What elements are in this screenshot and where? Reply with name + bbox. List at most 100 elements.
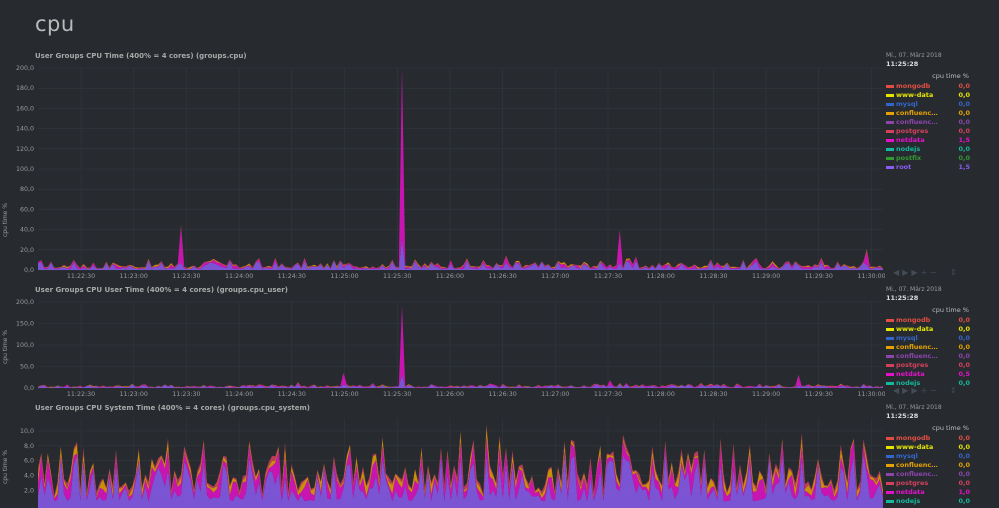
legend-series-value: 1,5 [958,163,970,171]
legend-series-name: confluenc... [896,352,938,360]
chart-plot[interactable]: 10,0 8,0 6,0 4,0 2,0 [0,404,885,508]
legend-item-mongodb[interactable]: mongodb 0,0 [886,316,970,325]
legend-swatch [886,382,894,385]
legend-swatch [886,437,894,440]
legend-item-nodejs[interactable]: nodejs 0,0 [886,497,970,506]
left-arrow-icon[interactable]: ◀ [893,268,902,277]
right-arrow-icon[interactable]: ▶ [902,386,911,395]
x-tick-label: 11:25:00 [330,391,358,398]
legend-item-confluenc[interactable]: confluenc... 0,0 [886,461,970,470]
resize-icon[interactable]: ⇕ [950,268,960,277]
legend-item-confluenc[interactable]: confluenc... 0,0 [886,118,970,127]
x-tick-label: 11:30:00 [857,273,885,280]
legend-time: 11:25:28 [886,412,919,420]
page-title: cpu [35,12,75,36]
legend-series-name: nodejs [896,497,921,505]
x-tick-label: 11:28:30 [699,391,727,398]
legend-series-name: postgres [896,479,929,487]
legend-series-name: postfix [896,154,922,162]
legend-series-name: www-data [896,91,934,99]
legend-series-value: 0,0 [958,316,970,324]
legend-item-postgres[interactable]: postgres 0,0 [886,361,970,370]
legend-series-value: 0,0 [958,361,970,369]
legend-series-value: 0,0 [958,127,970,135]
legend-series-value: 0,0 [958,452,970,460]
x-tick-label: 11:27:00 [541,391,569,398]
legend-item-postgres[interactable]: postgres 0,0 [886,127,970,136]
x-tick-label: 11:23:30 [172,273,200,280]
chart-plot[interactable]: 200,0 150,0 100,0 50,0 0,0 11:22:30 11:23:00 11… [0,286,885,402]
grid [38,301,883,389]
legend-swatch [886,337,894,340]
legend-item-mysql[interactable]: mysql 0,0 [886,100,970,109]
legend-swatch [886,473,894,476]
legend-swatch [886,85,894,88]
y-tick-label: 6,0 [24,458,34,465]
legend-item-nodejs[interactable]: nodejs 0,0 [886,145,970,154]
y-tick-label: 100,0 [16,166,34,173]
y-tick-label: 120,0 [16,146,34,153]
series-area [38,68,883,269]
x-tick-label: 11:27:00 [541,273,569,280]
series-area [38,238,883,270]
chart-cpu-user[interactable]: User Groups CPU User Time (400% = 4 core… [0,286,999,402]
chart-cpu-system[interactable]: User Groups CPU System Time (400% = 4 co… [0,404,999,508]
legend-series-name: mysql [896,452,918,460]
right-arrow-icon[interactable]: ▶ [902,268,911,277]
legend-item-mongodb[interactable]: mongodb 0,0 [886,82,970,91]
legend-item-netdata[interactable]: netdata 0,5 [886,370,970,379]
x-tick-label: 11:26:00 [436,273,464,280]
grid [38,67,883,271]
x-tick-label: 11:29:00 [752,391,780,398]
legend-swatch [886,355,894,358]
chart-cpu[interactable]: User Groups CPU Time (400% = 4 cores) (g… [0,52,999,284]
series-area [38,306,883,388]
x-tick-label: 11:29:00 [752,273,780,280]
legend-item-confluenc[interactable]: confluenc... 0,0 [886,352,970,361]
legend-item-mysql[interactable]: mysql 0,0 [886,334,970,343]
zoom-in-icon[interactable]: + [920,268,930,277]
legend-series-name: confluenc... [896,461,938,469]
zoom-in-icon[interactable]: + [920,386,930,395]
left-arrow-icon[interactable]: ◀ [893,386,902,395]
legend-item-wwwdata[interactable]: www-data 0,0 [886,325,970,334]
legend-series-name: netdata [896,488,925,496]
y-tick-label: 180,0 [16,85,34,92]
legend-item-confluenc[interactable]: confluenc... 0,0 [886,109,970,118]
chart-plot[interactable]: 200,0 180,0 160,0 140,0 120,0 100,0 80,0 60,0 40… [0,52,885,284]
resize-icon[interactable]: ⇕ [950,386,960,395]
x-tick-label: 11:22:30 [67,391,95,398]
y-tick-label: 160,0 [16,105,34,112]
legend-item-root[interactable]: root 1,5 [886,163,970,172]
zoom-out-icon[interactable]: − [930,386,940,395]
legend-item-confluenc[interactable]: confluenc... 0,0 [886,343,970,352]
legend-series-name: www-data [896,325,934,333]
series-area [38,306,883,388]
legend-item-wwwdata[interactable]: www-data 0,0 [886,91,970,100]
legend-item-wwwdata[interactable]: www-data 0,0 [886,443,970,452]
legend-swatch [886,139,894,142]
legend-item-netdata[interactable]: netdata 1,0 [886,488,970,497]
legend-item-confluenc[interactable]: confluenc... 0,0 [886,470,970,479]
series-area [38,375,883,388]
legend-swatch [886,166,894,169]
legend-item-mysql[interactable]: mysql 0,0 [886,452,970,461]
legend-series-value: 0,5 [958,370,970,378]
x-tick-label: 11:26:30 [488,273,516,280]
x-tick-label: 11:23:00 [120,273,148,280]
legend-item-mongodb[interactable]: mongodb 0,0 [886,434,970,443]
legend-item-postfix[interactable]: postfix 0,0 [886,154,970,163]
legend-item-netdata[interactable]: netdata 1,5 [886,136,970,145]
y-tick-label: 0,0 [24,267,34,274]
legend-swatch [886,103,894,106]
legend-swatch [886,112,894,115]
legend-date: Mi., 07. März 2018 [886,286,942,293]
legend-units: cpu time % [932,306,969,314]
legend-swatch [886,157,894,160]
legend-item-postgres[interactable]: postgres 0,0 [886,479,970,488]
legend-series-value: 0,0 [958,118,970,126]
legend-series-value: 0,0 [958,82,970,90]
legend-series-name: confluenc... [896,343,938,351]
zoom-out-icon[interactable]: − [930,268,940,277]
chart-legend: Mi., 07. März 2018 11:25:28 cpu time % m… [886,52,998,284]
